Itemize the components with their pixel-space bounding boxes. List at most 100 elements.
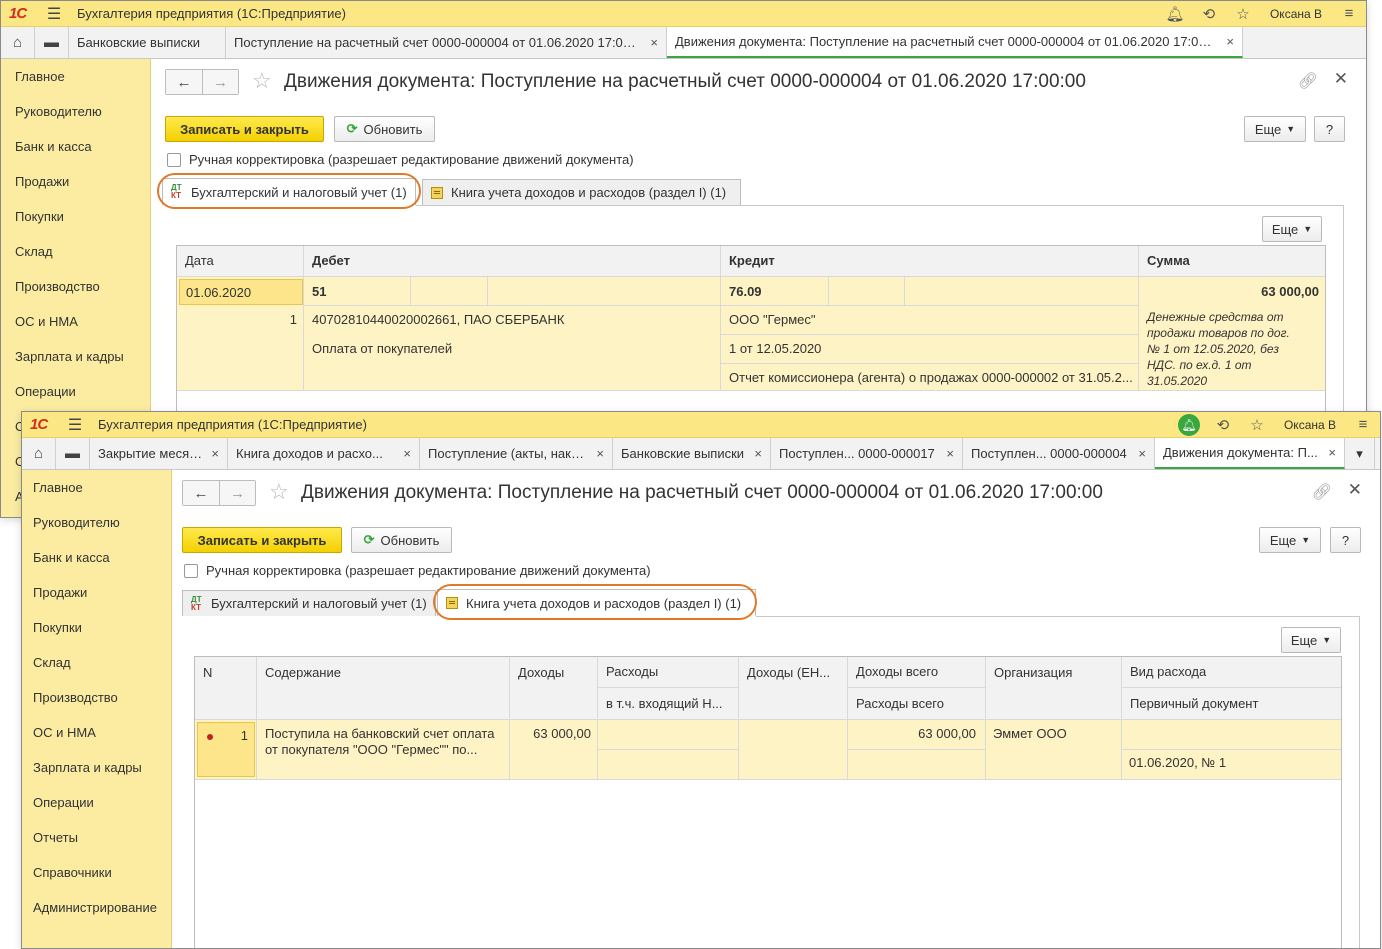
column-header-credit[interactable]: Кредит	[721, 246, 1138, 276]
home-icon[interactable]: ⌂	[22, 438, 56, 469]
grid-more-button[interactable]: Еще ▼	[1262, 216, 1322, 242]
link-icon[interactable]: 🔗︎	[1298, 71, 1318, 91]
tab-receipt-17[interactable]: Поступлен... 0000-000017 ×	[771, 438, 963, 469]
credit-subconto-1[interactable]: ООО "Гермес"	[729, 309, 1129, 331]
sidebar-item-production[interactable]: Производство	[22, 680, 171, 715]
column-header-expense-type[interactable]: Вид расхода	[1122, 657, 1341, 687]
column-header-sum[interactable]: Сумма	[1139, 246, 1325, 276]
back-arrow-icon[interactable]: ←	[166, 70, 202, 94]
sidebar-item-manager[interactable]: Руководителю	[22, 505, 171, 540]
favorites-star-icon[interactable]: ☆	[1226, 5, 1260, 23]
sidebar-item-fixed-assets[interactable]: ОС и НМА	[22, 715, 171, 750]
column-header-income-total[interactable]: Доходы всего	[848, 657, 985, 687]
sidebar-item-purchases[interactable]: Покупки	[22, 610, 171, 645]
grid-more-button[interactable]: Еще ▼	[1281, 627, 1341, 653]
income-cell[interactable]: 63 000,00	[510, 723, 591, 745]
comments-icon[interactable]: ▬	[35, 27, 69, 58]
checkbox-box[interactable]	[184, 563, 198, 578]
content-cell[interactable]: Поступила на банковский счет оплата от п…	[265, 726, 505, 758]
tab-document-movements[interactable]: Движения документа: П... ×	[1155, 438, 1345, 469]
column-header-date[interactable]: Дата	[177, 246, 303, 276]
tab-receipt-04[interactable]: Поступлен... 0000-000004 ×	[963, 438, 1155, 469]
menu-icon[interactable]: ☰	[43, 4, 65, 24]
favorite-star-icon[interactable]: ☆	[269, 479, 289, 505]
user-name[interactable]: Оксана В	[1260, 7, 1332, 21]
tab-income-book[interactable]: Книга доходов и расхо... ×	[228, 438, 420, 469]
sidebar-item-sales[interactable]: Продажи	[1, 164, 150, 199]
close-icon[interactable]: ×	[1226, 34, 1234, 49]
tab-document-movements[interactable]: Движения документа: Поступление на расче…	[667, 27, 1243, 58]
forward-arrow-icon[interactable]: →	[202, 70, 238, 94]
n-cell[interactable]: 1	[197, 722, 255, 777]
close-icon[interactable]: ×	[946, 446, 954, 461]
line-number-cell[interactable]: 1	[179, 309, 297, 331]
sidebar-item-main[interactable]: Главное	[22, 470, 171, 505]
sidebar-item-bank[interactable]: Банк и касса	[1, 129, 150, 164]
help-button[interactable]: ?	[1330, 527, 1361, 553]
save-and-close-button[interactable]: Записать и закрыть	[165, 116, 324, 142]
tab-accounting[interactable]: ДТ КТ Бухгалтерский и налоговый учет (1)	[182, 590, 436, 616]
content-cell[interactable]: Денежные средства от продажи товаров по …	[1147, 309, 1323, 389]
credit-account-cell[interactable]: 76.09	[729, 279, 829, 305]
close-icon[interactable]: ×	[754, 446, 762, 461]
sidebar-item-operations[interactable]: Операции	[1, 374, 150, 409]
tabs-overflow-button[interactable]: ▾	[1345, 438, 1375, 469]
favorites-star-icon[interactable]: ☆	[1240, 416, 1274, 434]
settings-menu-icon[interactable]: ≡	[1346, 416, 1380, 433]
more-button[interactable]: Еще ▼	[1244, 116, 1306, 142]
more-button[interactable]: Еще ▼	[1259, 527, 1321, 553]
debit-subconto-1[interactable]: 40702810440020002661, ПАО СБЕРБАНК	[312, 309, 712, 331]
sidebar-item-main[interactable]: Главное	[1, 59, 150, 94]
help-button[interactable]: ?	[1314, 116, 1345, 142]
column-header-content[interactable]: Содержание	[257, 657, 509, 719]
credit-subconto-3[interactable]: Отчет комиссионера (агента) о продажах 0…	[729, 367, 1133, 389]
tab-receipt-acts[interactable]: Поступление (акты, накл... ×	[420, 438, 613, 469]
close-icon[interactable]: ×	[650, 35, 658, 50]
debit-account-cell[interactable]: 51	[312, 279, 412, 305]
tab-receipt-document[interactable]: Поступление на расчетный счет 0000-00000…	[226, 27, 667, 58]
tab-month-close[interactable]: Закрытие месяца ×	[90, 438, 228, 469]
sidebar-item-salary[interactable]: Зарплата и кадры	[22, 750, 171, 785]
manual-correction-checkbox[interactable]: Ручная корректировка (разрешает редактир…	[167, 152, 634, 167]
sidebar-item-fixed-assets[interactable]: ОС и НМА	[1, 304, 150, 339]
close-icon[interactable]: ✕	[1348, 480, 1362, 500]
org-cell[interactable]: Эммет ООО	[993, 723, 1121, 745]
close-icon[interactable]: ×	[211, 446, 219, 461]
column-header-expense-incl[interactable]: в т.ч. входящий Н...	[598, 688, 738, 719]
tab-bank-statements[interactable]: Банковские выписки ×	[613, 438, 771, 469]
settings-menu-icon[interactable]: ≡	[1332, 5, 1366, 22]
income-total-cell[interactable]: 63 000,00	[848, 723, 976, 745]
sidebar-item-bank[interactable]: Банк и касса	[22, 540, 171, 575]
sidebar-item-production[interactable]: Производство	[1, 269, 150, 304]
sidebar-item-catalogs[interactable]: Справочники	[22, 855, 171, 890]
close-icon[interactable]: ×	[1138, 446, 1146, 461]
bell-icon[interactable]: 🔔︎	[1158, 5, 1192, 23]
date-cell[interactable]: 01.06.2020	[179, 279, 303, 305]
menu-icon[interactable]: ☰	[64, 415, 86, 435]
close-icon[interactable]: ×	[1328, 445, 1336, 460]
column-header-primary-doc[interactable]: Первичный документ	[1122, 688, 1341, 719]
sidebar-item-operations[interactable]: Операции	[22, 785, 171, 820]
close-icon[interactable]: ×	[403, 446, 411, 461]
column-header-debit[interactable]: Дебет	[304, 246, 720, 276]
column-header-income[interactable]: Доходы	[510, 657, 597, 719]
sidebar-item-manager[interactable]: Руководителю	[1, 94, 150, 129]
sum-cell[interactable]: 63 000,00	[1139, 279, 1319, 305]
primary-doc-cell[interactable]: 01.06.2020, № 1	[1129, 752, 1339, 774]
checkbox-box[interactable]	[167, 152, 181, 167]
history-icon[interactable]: ⟲	[1192, 5, 1226, 23]
sidebar-item-reports[interactable]: Отчеты	[22, 820, 171, 855]
refresh-button[interactable]: ⟳ Обновить	[351, 527, 452, 553]
comments-icon[interactable]: ▬	[56, 438, 90, 469]
sidebar-item-warehouse[interactable]: Склад	[22, 645, 171, 680]
column-header-expense[interactable]: Расходы	[598, 657, 738, 687]
column-header-org[interactable]: Организация	[986, 657, 1121, 719]
history-icon[interactable]: ⟲	[1206, 416, 1240, 434]
close-icon[interactable]: ×	[596, 446, 604, 461]
sidebar-item-admin[interactable]: Администрирование	[22, 890, 171, 925]
bell-icon[interactable]: 🔔︎	[1177, 413, 1200, 436]
tab-income-book[interactable]: Книга учета доходов и расходов (раздел I…	[422, 179, 741, 205]
credit-subconto-2[interactable]: 1 от 12.05.2020	[729, 338, 1129, 360]
save-and-close-button[interactable]: Записать и закрыть	[182, 527, 342, 553]
close-icon[interactable]: ✕	[1334, 69, 1348, 89]
